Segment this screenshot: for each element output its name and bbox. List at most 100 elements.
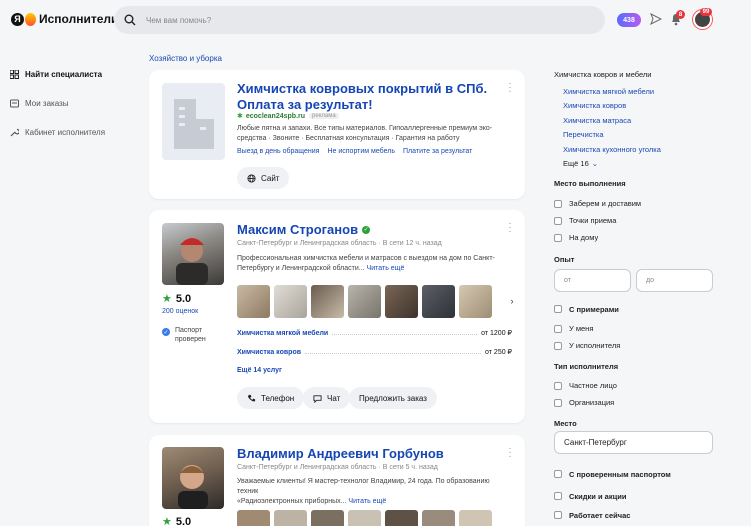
chevron-right-icon[interactable]: ›: [505, 294, 519, 308]
with-examples-checkbox[interactable]: С примерами: [554, 302, 724, 316]
plus-points-badge[interactable]: 438: [617, 13, 641, 27]
checkbox-icon: [554, 324, 562, 333]
more-options-icon[interactable]: · · ·: [508, 79, 512, 97]
work-photo[interactable]: [422, 510, 455, 526]
ad-link[interactable]: Платите за результат: [403, 148, 472, 155]
search-icon: [124, 14, 136, 26]
work-photo[interactable]: [459, 285, 492, 318]
work-photo[interactable]: [311, 510, 344, 526]
location-title: Место: [554, 419, 577, 428]
rating-value: 5.0: [175, 292, 192, 305]
rating-value: 5.0: [175, 515, 192, 526]
more-options-icon[interactable]: · · ·: [508, 444, 512, 462]
performer-card: · · · Владимир Андреевич Горбунов Санкт-Пе…: [149, 435, 525, 526]
performer-region: Санкт-Петербург и Ленинградская область: [237, 464, 377, 471]
ad-label: реклама: [309, 113, 339, 119]
performer-rating: ★ 5.0: [162, 292, 192, 306]
work-photo[interactable]: [385, 285, 418, 318]
examples-checkbox[interactable]: У исполнителя: [554, 337, 724, 354]
ad-link[interactable]: Выезд в день обращения: [237, 148, 319, 155]
category-link[interactable]: Химчистка ковров: [554, 99, 724, 114]
category-title[interactable]: Химчистка ковров и мебели: [554, 70, 724, 84]
checkbox-label: У исполнителя: [569, 341, 621, 350]
experience-from-input[interactable]: от: [554, 269, 631, 292]
checkbox-icon: [554, 398, 562, 407]
type-checkbox[interactable]: Организация: [554, 394, 724, 411]
performer-photo[interactable]: [162, 223, 224, 285]
works-now-checkbox[interactable]: Работает сейчас: [554, 507, 724, 523]
chat-button-label: Чат: [327, 393, 341, 403]
work-photo[interactable]: [237, 285, 270, 318]
work-photo[interactable]: [459, 510, 492, 526]
ad-desc-line1: Любые пятна и запахи. Все типы материало…: [237, 125, 493, 132]
performer-online: В сети 12 ч. назад: [382, 240, 442, 247]
place-checkbox[interactable]: На дому: [554, 229, 724, 246]
performer-photo[interactable]: [162, 447, 224, 509]
ad-domain-icon: ✱: [237, 113, 243, 120]
category-link[interactable]: Химчистка матраса: [554, 113, 724, 128]
place-checkbox[interactable]: Заберем и доставим: [554, 195, 724, 212]
phone-icon: [247, 394, 256, 401]
ad-domain[interactable]: ecoclean24spb.ru: [246, 113, 305, 120]
search-placeholder: Чем вам помочь?: [146, 15, 212, 25]
performer-description: Профессиональная химчистка мебели и матр…: [237, 254, 497, 274]
more-categories-button[interactable]: Ещё 16 ⌄: [554, 157, 724, 172]
type-checkbox[interactable]: Частное лицо: [554, 377, 724, 394]
performer-name-link[interactable]: Максим Строганов ✓: [237, 222, 371, 237]
more-services-link[interactable]: Ещё 14 услуг: [237, 367, 282, 374]
offer-order-button[interactable]: Предложить заказ: [349, 387, 437, 409]
passport-checkbox[interactable]: С проверенным паспортом: [554, 463, 724, 485]
performer-description: Уважаемые клиенты! Я мастер-технолог Вла…: [237, 477, 512, 507]
category-link[interactable]: Химчистка кухонного уголка: [554, 142, 724, 157]
orders-icon: [10, 99, 19, 108]
send-icon[interactable]: [650, 13, 662, 25]
performer-name-link[interactable]: Владимир Андреевич Горбунов: [237, 446, 444, 461]
offer-order-button-label: Предложить заказ: [359, 393, 427, 403]
brand-title: Исполнители: [39, 12, 119, 26]
ad-link[interactable]: Не испортим мебель: [327, 148, 395, 155]
chat-button[interactable]: Чат: [303, 387, 351, 409]
breadcrumb[interactable]: Хозяйство и уборка: [149, 54, 222, 63]
work-photo[interactable]: [422, 285, 455, 318]
checkbox-label: С примерами: [569, 304, 619, 314]
work-photo[interactable]: [274, 510, 307, 526]
phone-button[interactable]: Телефон: [237, 387, 305, 409]
category-link[interactable]: Перечистка: [554, 128, 724, 143]
place-checkbox[interactable]: Точки приема: [554, 212, 724, 229]
performer-photo-image: [178, 465, 208, 509]
sidebar-item-find-specialist[interactable]: Найти специалиста: [10, 60, 140, 89]
location-input[interactable]: Санкт-Петербург: [554, 431, 713, 454]
work-photo[interactable]: [311, 285, 344, 318]
read-more-link[interactable]: Читать ещё: [348, 498, 386, 505]
examples-checkbox[interactable]: У меня: [554, 320, 724, 337]
service-name[interactable]: Химчистка ковров: [237, 349, 301, 356]
performer-card: · · · Максим Строганов ✓ Санкт-Петербург и…: [149, 210, 525, 423]
wrench-icon: [10, 128, 19, 137]
experience-to-input[interactable]: до: [636, 269, 713, 292]
performer-desc-line1: Уважаемые клиенты! Я мастер-технолог Вла…: [237, 478, 490, 495]
place-title: Место выполнения: [554, 179, 626, 188]
category-link[interactable]: Химчистка мягкой мебели: [554, 84, 724, 99]
reviews-link[interactable]: 200 оценок: [162, 308, 198, 315]
work-photo[interactable]: [348, 285, 381, 318]
work-photo[interactable]: [274, 285, 307, 318]
checkbox-label: Скидки и акции: [569, 491, 627, 501]
work-photo[interactable]: [385, 510, 418, 526]
work-photo[interactable]: [237, 510, 270, 526]
logo[interactable]: Я Исполнители: [11, 12, 118, 26]
performer-desc-line2: «Радиоэлектронных приборных...: [237, 498, 347, 505]
yandex-logo-icon: Я: [11, 12, 24, 26]
service-dotted-leader: [305, 353, 482, 354]
sidebar-item-my-orders[interactable]: Мои заказы: [10, 89, 140, 118]
ad-title-line2: Оплата за результат!: [237, 97, 373, 112]
discounts-checkbox[interactable]: Скидки и акции: [554, 485, 724, 507]
service-price: от 250 ₽: [485, 349, 512, 356]
ad-title[interactable]: Химчистка ковровых покрытий в СПб. Оплата…: [237, 81, 487, 113]
work-photo[interactable]: [348, 510, 381, 526]
site-button[interactable]: Сайт: [237, 167, 290, 189]
sidebar-item-performer-cabinet[interactable]: Кабинет исполнителя: [10, 118, 140, 147]
search-input[interactable]: Чем вам помочь?: [114, 6, 605, 34]
more-options-icon[interactable]: · · ·: [508, 219, 512, 237]
service-name[interactable]: Химчистка мягкой мебели: [237, 330, 328, 337]
read-more-link[interactable]: Читать ещё: [367, 265, 405, 272]
